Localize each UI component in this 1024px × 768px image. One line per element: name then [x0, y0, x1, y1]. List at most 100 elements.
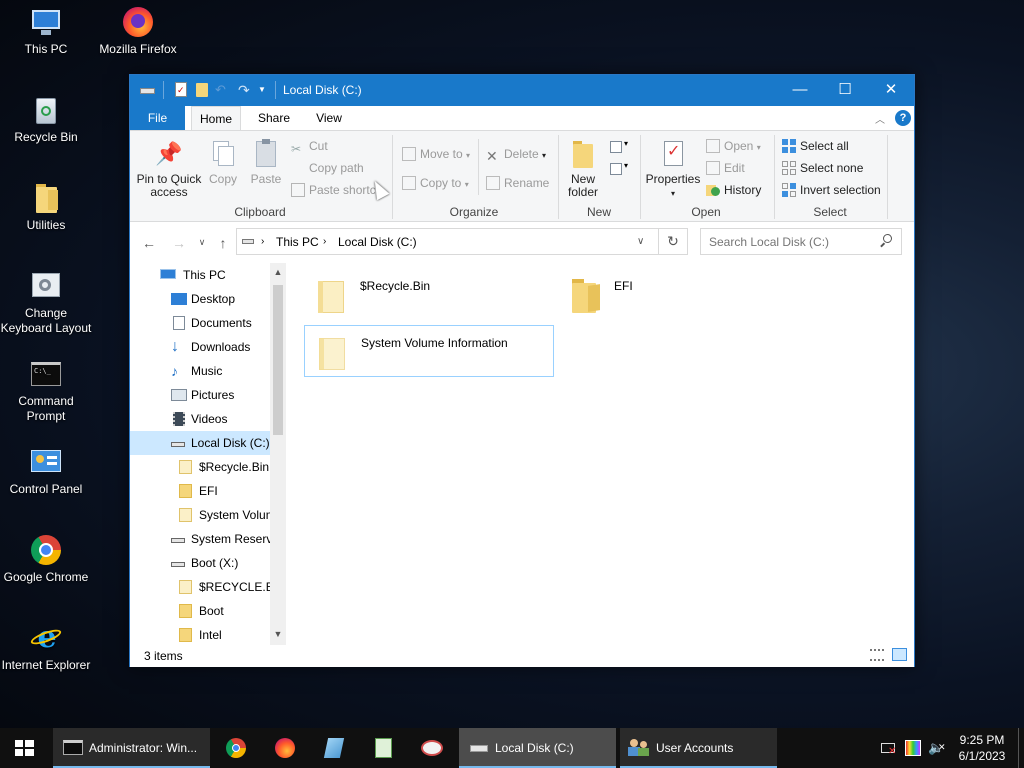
- search-box[interactable]: [700, 228, 902, 255]
- paste-shortcut-icon: [291, 183, 305, 197]
- close-button[interactable]: ✕: [868, 75, 914, 105]
- breadcrumb-separator[interactable]: ›: [261, 236, 264, 247]
- address-bar[interactable]: › This PC › Local Disk (C:) ∨: [236, 228, 688, 255]
- select-none-button[interactable]: Select none: [782, 159, 863, 177]
- nav-item-efi[interactable]: EFI: [130, 479, 270, 503]
- color-icon[interactable]: [905, 740, 921, 756]
- nav-item-system-reserved[interactable]: System Reserved: [130, 527, 270, 551]
- start-icon[interactable]: [0, 728, 48, 768]
- chrome-icon: [30, 534, 62, 566]
- taskbar-pinned-firefox[interactable]: [268, 728, 302, 768]
- nav-item-boot-drive[interactable]: Boot (X:): [130, 551, 270, 575]
- desktop-icon-utilities[interactable]: Utilities: [0, 182, 92, 233]
- file-item-system-volume-information[interactable]: System Volume Information: [304, 325, 554, 377]
- scroll-down-icon[interactable]: ▼: [270, 629, 286, 639]
- nav-item-local-disk[interactable]: Local Disk (C:): [130, 431, 270, 455]
- tab-share[interactable]: Share: [250, 106, 298, 130]
- scroll-up-icon[interactable]: ▲: [270, 267, 286, 277]
- tab-home[interactable]: Home: [191, 106, 241, 131]
- undo-icon[interactable]: ↶: [215, 82, 231, 98]
- delete-button[interactable]: ✕ Delete ▾: [486, 145, 546, 163]
- back-button[interactable]: ←: [140, 235, 158, 251]
- collapse-ribbon-icon[interactable]: ︿: [875, 111, 885, 126]
- network-icon[interactable]: ✕: [881, 740, 897, 757]
- desktop-icon-recycle-bin[interactable]: Recycle Bin: [0, 94, 92, 145]
- nav-item-this-pc[interactable]: This PC: [130, 263, 270, 287]
- move-to-button[interactable]: Move to ▾: [402, 145, 470, 163]
- nav-item-recycle-bin-boot[interactable]: $RECYCLE.BIN: [130, 575, 270, 599]
- paste-button[interactable]: Paste: [246, 139, 286, 186]
- properties-button[interactable]: ✓ Properties ▾: [645, 139, 701, 200]
- taskbar-button-command-prompt[interactable]: Administrator: Win...: [53, 728, 210, 768]
- minimize-button[interactable]: —: [777, 75, 823, 105]
- easy-access-icon[interactable]: ▾: [608, 161, 630, 177]
- copy-button[interactable]: Copy: [204, 139, 242, 186]
- taskbar-button-local-disk[interactable]: Local Disk (C:): [459, 728, 616, 768]
- properties-quick-icon[interactable]: ✓: [173, 82, 189, 98]
- title-bar[interactable]: ✓ ↶ ↷ ▼ Local Disk (C:) — ☐ ✕: [130, 75, 914, 106]
- breadcrumb-separator[interactable]: ›: [323, 236, 326, 247]
- nav-item-pictures[interactable]: Pictures: [130, 383, 270, 407]
- invert-selection-button[interactable]: Invert selection: [782, 181, 881, 199]
- taskbar-pinned-chrome[interactable]: [219, 728, 253, 768]
- nav-item-downloads[interactable]: ↓ Downloads: [130, 335, 270, 359]
- open-button[interactable]: Open ▾: [706, 137, 761, 155]
- nav-item-system-volume-information[interactable]: System Volume Information: [130, 503, 270, 527]
- copy-to-button[interactable]: Copy to ▾: [402, 174, 469, 192]
- taskbar-pinned-notepad[interactable]: [366, 728, 400, 768]
- nav-scrollbar[interactable]: ▲ ▼: [270, 263, 286, 645]
- window-title: Local Disk (C:): [283, 83, 362, 97]
- tab-view[interactable]: View: [307, 106, 351, 130]
- address-dropdown-icon[interactable]: ∨: [637, 236, 644, 247]
- select-all-button[interactable]: Select all: [782, 137, 849, 155]
- clock[interactable]: 9:25 PM 6/1/2023: [952, 732, 1012, 764]
- videos-icon: [171, 412, 187, 426]
- new-folder-button[interactable]: New folder: [562, 139, 604, 199]
- desktop-icon-chrome[interactable]: Google Chrome: [0, 534, 92, 585]
- desktop-icon-internet-explorer[interactable]: e Internet Explorer: [0, 622, 92, 673]
- maximize-button[interactable]: ☐: [822, 75, 868, 105]
- taskbar-pinned-app[interactable]: [317, 728, 351, 768]
- desktop-icon-firefox[interactable]: Mozilla Firefox: [92, 6, 184, 57]
- tab-file[interactable]: File: [130, 106, 185, 130]
- desktop-icon-control-panel[interactable]: Control Panel: [0, 446, 92, 497]
- taskbar-button-user-accounts[interactable]: User Accounts: [620, 728, 777, 768]
- forward-button[interactable]: →: [170, 235, 188, 251]
- nav-item-recycle-bin-folder[interactable]: $Recycle.Bin: [130, 455, 270, 479]
- customize-quick-access-icon[interactable]: ▼: [258, 82, 274, 98]
- scrollbar-thumb[interactable]: [273, 285, 283, 435]
- file-item-recycle-bin[interactable]: $Recycle.Bin: [304, 269, 554, 321]
- taskbar-pinned-paint[interactable]: [415, 728, 449, 768]
- file-item-efi[interactable]: EFI: [558, 269, 808, 321]
- new-item-icon[interactable]: ▾: [608, 139, 630, 155]
- nav-item-desktop[interactable]: Desktop: [130, 287, 270, 311]
- desktop-icon-keyboard-layout[interactable]: Change Keyboard Layout: [0, 270, 92, 336]
- copy-path-button[interactable]: Copy path: [291, 159, 364, 177]
- new-folder-quick-icon[interactable]: [194, 82, 210, 98]
- cut-button[interactable]: ✂ Cut: [291, 137, 328, 156]
- rename-button[interactable]: Rename: [486, 174, 549, 192]
- help-icon[interactable]: ?: [895, 110, 911, 126]
- desktop-icon-command-prompt[interactable]: C:\_ Command Prompt: [0, 358, 92, 424]
- paste-shortcut-button[interactable]: Paste shortcut: [291, 181, 375, 199]
- show-desktop-button[interactable]: [1018, 728, 1024, 768]
- history-button[interactable]: History: [706, 181, 761, 199]
- nav-item-videos[interactable]: Videos: [130, 407, 270, 431]
- nav-item-boot-folder[interactable]: Boot: [130, 599, 270, 623]
- breadcrumb-local-disk[interactable]: Local Disk (C:): [338, 235, 417, 249]
- redo-icon[interactable]: ↷: [238, 82, 254, 98]
- large-icons-view-icon[interactable]: [892, 648, 907, 661]
- breadcrumb-this-pc[interactable]: This PC: [276, 235, 319, 249]
- details-view-icon[interactable]: [870, 649, 884, 661]
- refresh-button[interactable]: ↻: [658, 228, 688, 255]
- search-input[interactable]: [701, 229, 876, 254]
- edit-button[interactable]: Edit: [706, 159, 745, 177]
- up-button[interactable]: ↑: [214, 235, 232, 251]
- recent-locations-button[interactable]: ∨: [193, 237, 211, 248]
- nav-item-music[interactable]: ♪ Music: [130, 359, 270, 383]
- ribbon-tabs: File Home Share View ︿ ?: [130, 106, 914, 131]
- pin-to-quick-access-button[interactable]: 📌 Pin to Quick access: [136, 139, 202, 199]
- desktop-icon-this-pc[interactable]: This PC: [0, 6, 92, 57]
- nav-item-documents[interactable]: Documents: [130, 311, 270, 335]
- nav-item-intel[interactable]: Intel: [130, 623, 270, 645]
